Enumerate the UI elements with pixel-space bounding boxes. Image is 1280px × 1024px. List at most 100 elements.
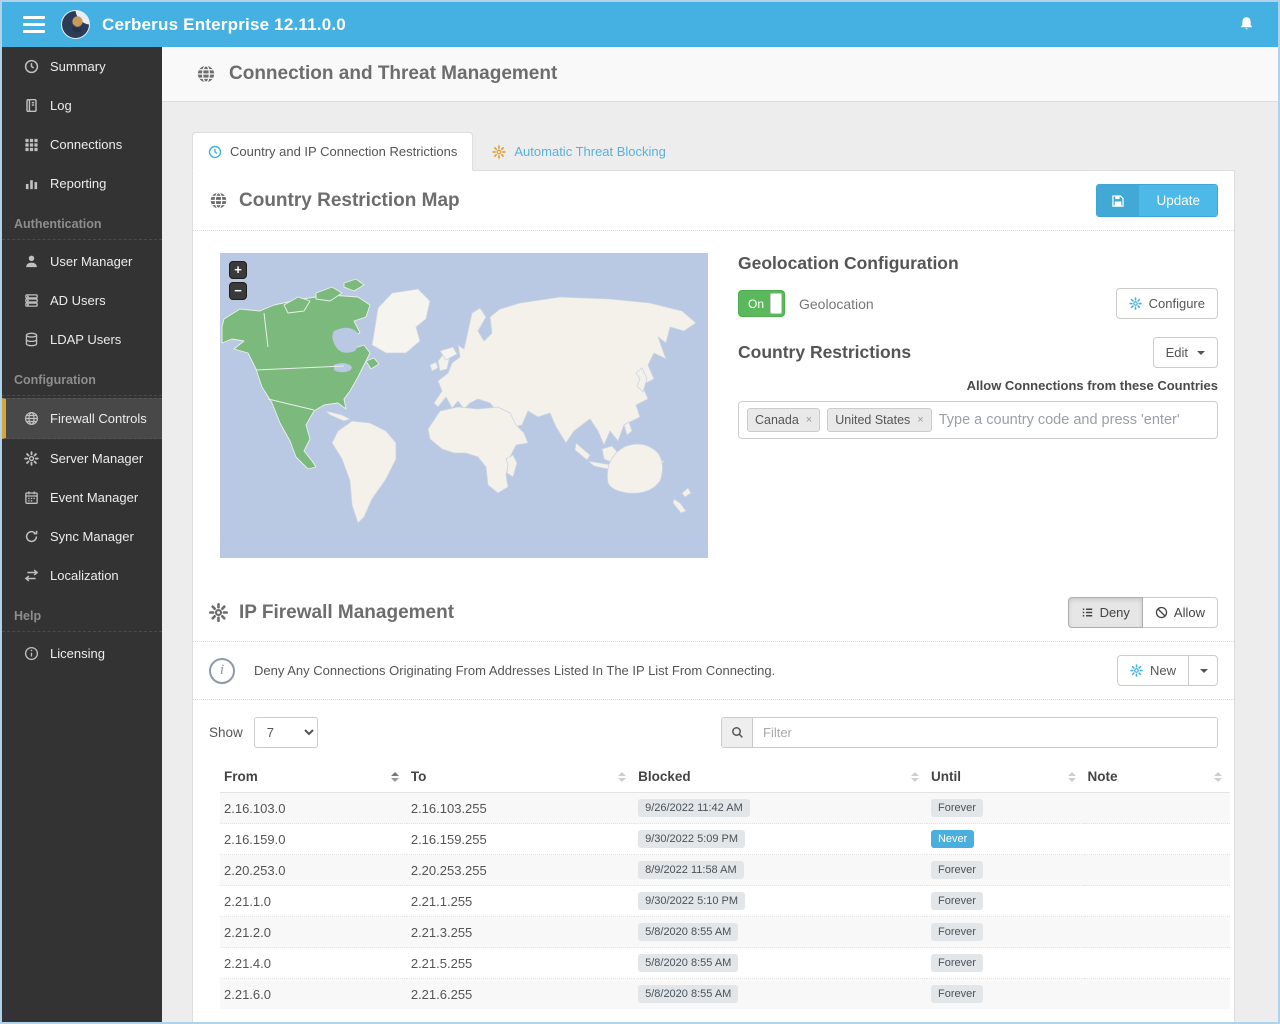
cell-to: 2.20.253.255 <box>407 855 634 886</box>
sidebar-section-authentication: Authentication <box>2 203 162 239</box>
sidebar-item-user-manager[interactable]: User Manager <box>2 242 162 281</box>
sidebar-item-sync-manager[interactable]: Sync Manager <box>2 517 162 556</box>
sidebar-item-label: LDAP Users <box>50 332 121 347</box>
calendar-icon <box>24 490 39 505</box>
blocked-timestamp-badge: 9/30/2022 5:09 PM <box>638 830 745 848</box>
country-tag-input[interactable]: Canada × United States × <box>738 401 1218 439</box>
table-row[interactable]: 2.21.6.0 2.21.6.255 5/8/2020 8:55 AM For… <box>220 979 1230 1010</box>
filter-input[interactable] <box>753 718 1217 747</box>
sidebar-item-label: User Manager <box>50 254 132 269</box>
sidebar-item-label: Firewall Controls <box>50 411 147 426</box>
blocked-timestamp-badge: 9/26/2022 11:42 AM <box>638 799 750 817</box>
deny-button[interactable]: Deny <box>1068 597 1143 628</box>
sidebar-item-server-manager[interactable]: Server Manager <box>2 439 162 478</box>
content-card: Country Restriction Map Update <box>192 170 1235 1022</box>
sidebar-item-label: Server Manager <box>50 451 143 466</box>
remove-tag-icon[interactable]: × <box>806 414 812 426</box>
map-zoom-in-button[interactable]: + <box>229 261 247 279</box>
table-row[interactable]: 2.21.2.0 2.21.3.255 5/8/2020 8:55 AM For… <box>220 917 1230 948</box>
tab-country-ip-restrictions[interactable]: Country and IP Connection Restrictions <box>192 132 473 171</box>
app-window: Cerberus Enterprise 12.11.0.0 Summary Lo… <box>0 0 1280 1024</box>
blocked-timestamp-badge: 8/9/2022 11:58 AM <box>638 861 744 879</box>
tag-label: Canada <box>755 413 799 427</box>
map-zoom-controls: + − <box>229 261 247 300</box>
database-icon <box>24 332 39 347</box>
sidebar-item-summary[interactable]: Summary <box>2 47 162 86</box>
sidebar-item-reporting[interactable]: Reporting <box>2 164 162 203</box>
sidebar-item-licensing[interactable]: Licensing <box>2 634 162 673</box>
column-header-from[interactable]: From <box>220 760 407 793</box>
user-icon <box>24 254 39 269</box>
sidebar-divider <box>2 395 162 396</box>
sidebar-item-label: Licensing <box>50 646 105 661</box>
page-size-select[interactable]: 7 <box>254 717 318 748</box>
cell-from: 2.21.1.0 <box>220 886 407 917</box>
table-controls: Show 7 <box>193 700 1234 760</box>
country-map-section-header: Country Restriction Map Update <box>193 171 1234 230</box>
firewall-info-row: i Deny Any Connections Originating From … <box>193 642 1234 699</box>
sidebar-item-log[interactable]: Log <box>2 86 162 125</box>
server-icon <box>24 293 39 308</box>
info-circle-icon: i <box>209 658 235 684</box>
until-badge: Forever <box>931 923 983 941</box>
country-restriction-map[interactable]: + − <box>220 253 708 558</box>
table-header-row: From To Blocked Until Note <box>220 760 1230 793</box>
cell-note <box>1084 855 1230 886</box>
cell-note <box>1084 824 1230 855</box>
notifications-bell-icon[interactable] <box>1238 15 1255 33</box>
sidebar-item-localization[interactable]: Localization <box>2 556 162 595</box>
map-zoom-out-button[interactable]: − <box>229 282 247 300</box>
page-title: Connection and Threat Management <box>229 63 557 85</box>
update-button[interactable]: Update <box>1096 184 1218 217</box>
table-row[interactable]: 2.21.1.0 2.21.1.255 9/30/2022 5:10 PM Fo… <box>220 886 1230 917</box>
geolocation-config-panel: Geolocation Configuration On Geolocation… <box>738 253 1218 558</box>
cell-note <box>1084 793 1230 824</box>
until-badge: Forever <box>931 861 983 879</box>
grid-icon <box>24 137 39 152</box>
new-entry-controls: New <box>1117 655 1218 686</box>
cerberus-logo <box>60 9 91 40</box>
column-header-note[interactable]: Note <box>1084 760 1230 793</box>
exchange-arrows-icon <box>24 568 39 583</box>
gear-icon <box>492 145 506 159</box>
column-header-until[interactable]: Until <box>927 760 1084 793</box>
remove-tag-icon[interactable]: × <box>917 414 923 426</box>
caret-down-icon <box>1197 351 1205 355</box>
sidebar-item-ad-users[interactable]: AD Users <box>2 281 162 320</box>
geolocation-toggle[interactable]: On <box>738 290 785 317</box>
cell-from: 2.16.159.0 <box>220 824 407 855</box>
sort-icon <box>618 772 626 782</box>
country-code-input[interactable] <box>939 412 1209 428</box>
sidebar-item-ldap-users[interactable]: LDAP Users <box>2 320 162 359</box>
table-row[interactable]: 2.16.159.0 2.16.159.255 9/30/2022 5:09 P… <box>220 824 1230 855</box>
allow-button[interactable]: Allow <box>1143 597 1218 628</box>
edit-dropdown-button[interactable]: Edit <box>1153 337 1218 368</box>
geolocation-heading: Geolocation Configuration <box>738 253 1218 274</box>
sort-icon <box>1214 772 1222 782</box>
cell-from: 2.21.6.0 <box>220 979 407 1010</box>
search-icon <box>722 718 753 747</box>
hamburger-menu-icon[interactable] <box>23 16 45 33</box>
column-header-blocked[interactable]: Blocked <box>634 760 927 793</box>
blocked-timestamp-badge: 5/8/2020 8:55 AM <box>638 954 738 972</box>
sidebar-item-label: Event Manager <box>50 490 138 505</box>
save-icon <box>1097 185 1139 216</box>
new-button[interactable]: New <box>1117 655 1189 686</box>
sidebar-item-connections[interactable]: Connections <box>2 125 162 164</box>
firewall-info-text: Deny Any Connections Originating From Ad… <box>254 663 775 678</box>
configure-button[interactable]: Configure <box>1116 288 1218 319</box>
table-row[interactable]: 2.20.253.0 2.20.253.255 8/9/2022 11:58 A… <box>220 855 1230 886</box>
table-row[interactable]: 2.16.103.0 2.16.103.255 9/26/2022 11:42 … <box>220 793 1230 824</box>
until-badge: Forever <box>931 892 983 910</box>
new-dropdown-button[interactable] <box>1189 655 1218 686</box>
tab-automatic-threat-blocking[interactable]: Automatic Threat Blocking <box>477 133 681 170</box>
filter-group <box>721 717 1218 748</box>
sidebar-item-event-manager[interactable]: Event Manager <box>2 478 162 517</box>
column-header-to[interactable]: To <box>407 760 634 793</box>
sidebar-item-label: Summary <box>50 59 106 74</box>
tab-label: Country and IP Connection Restrictions <box>230 144 457 159</box>
table-row[interactable]: 2.21.4.0 2.21.5.255 5/8/2020 8:55 AM For… <box>220 948 1230 979</box>
new-button-label: New <box>1150 663 1176 678</box>
sidebar-item-firewall-controls[interactable]: Firewall Controls <box>2 398 162 439</box>
sidebar-divider <box>2 631 162 632</box>
